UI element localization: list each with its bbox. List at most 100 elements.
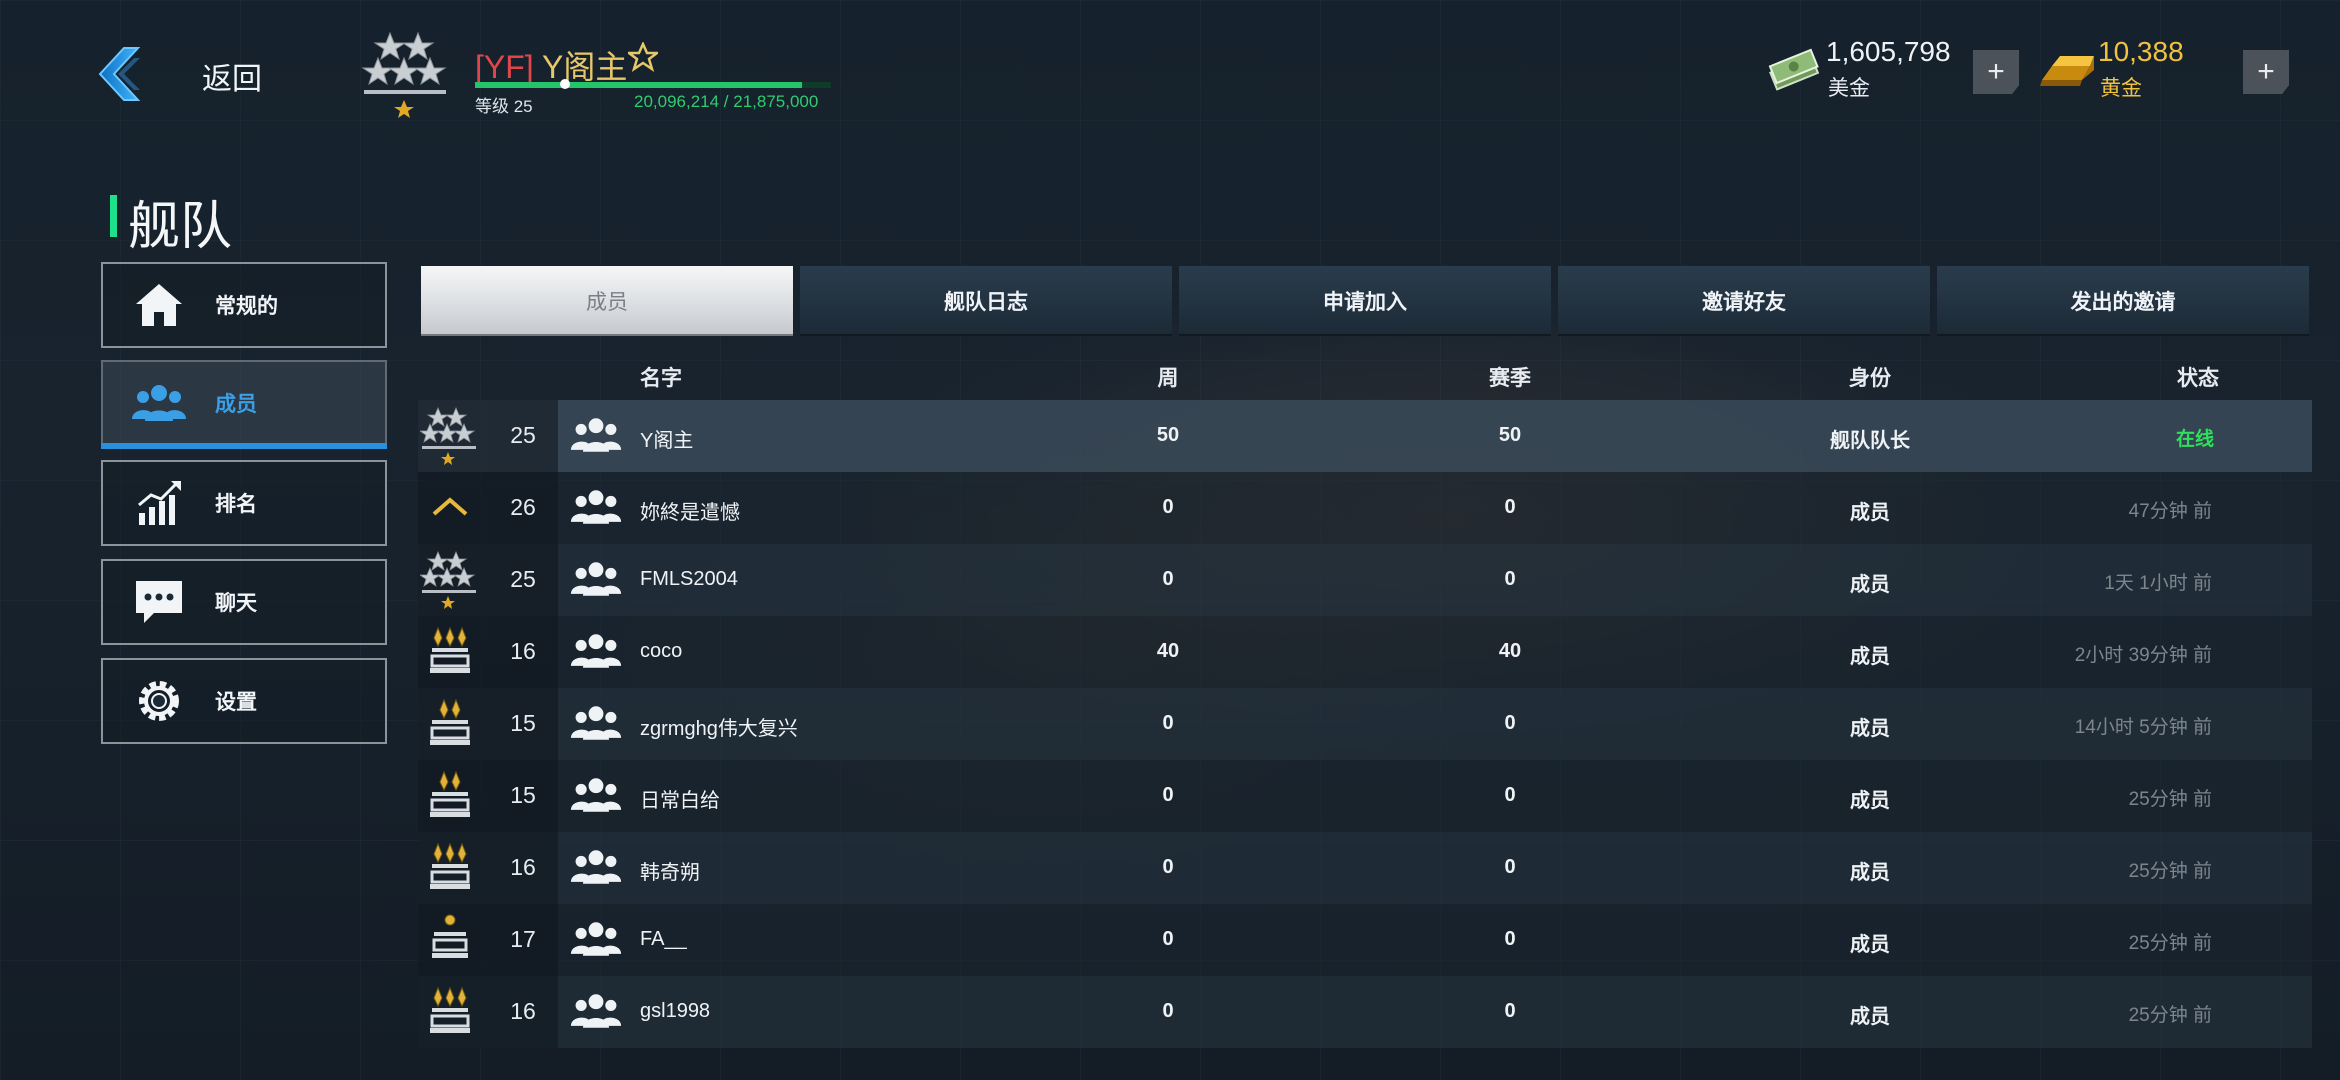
tab-fleet-log[interactable]: 舰队日志 bbox=[800, 266, 1172, 336]
member-name: coco bbox=[640, 640, 683, 662]
home-icon bbox=[129, 280, 189, 330]
rank-insignia-icon bbox=[420, 910, 484, 970]
member-group-icon bbox=[570, 992, 622, 1030]
member-level: 15 bbox=[510, 782, 536, 808]
member-level: 16 bbox=[510, 854, 536, 880]
gold-bar-icon bbox=[2038, 46, 2094, 90]
member-season-score: 0 bbox=[1504, 496, 1516, 518]
member-role: 舰队队长 bbox=[1830, 430, 1910, 452]
table-row[interactable]: 16 coco 40 40 成员 2小时 39分钟 前 bbox=[418, 616, 2312, 688]
back-label[interactable]: 返回 bbox=[202, 54, 262, 98]
sidebar-item-label: 聊天 bbox=[215, 592, 257, 615]
level-label: 等级 25 bbox=[475, 97, 533, 116]
member-level: 25 bbox=[510, 566, 536, 592]
gear-icon bbox=[129, 676, 189, 726]
tab-join-requests[interactable]: 申请加入 bbox=[1179, 266, 1551, 336]
member-group-icon bbox=[570, 704, 622, 742]
rank-insignia-icon bbox=[420, 622, 484, 682]
member-week-score: 0 bbox=[1162, 568, 1174, 590]
member-season-score: 0 bbox=[1504, 784, 1516, 806]
table-row[interactable]: 25 Y阁主 50 50 舰队队长 在线 bbox=[418, 400, 2312, 472]
member-group-icon bbox=[570, 776, 622, 814]
chat-icon bbox=[129, 577, 189, 627]
cash-label: 美金 bbox=[1828, 77, 1870, 100]
rank-insignia-icon bbox=[420, 982, 484, 1042]
tab-sent-invites[interactable]: 发出的邀请 bbox=[1937, 266, 2309, 336]
column-header-status[interactable]: 状态 bbox=[2138, 362, 2258, 392]
xp-text: 20,096,214 / 21,875,000 bbox=[634, 92, 819, 111]
rank-insignia-icon bbox=[420, 838, 484, 898]
member-group-icon bbox=[570, 488, 622, 526]
member-name: 日常白给 bbox=[640, 790, 720, 812]
xp-indicator bbox=[560, 79, 570, 89]
column-header-season[interactable]: 赛季 bbox=[1450, 362, 1570, 392]
member-season-score: 40 bbox=[1498, 640, 1522, 662]
xp-progress-fill bbox=[475, 82, 803, 88]
member-season-score: 0 bbox=[1504, 856, 1516, 878]
rank-insignia-icon bbox=[420, 694, 484, 754]
table-row[interactable]: 16 韩奇朔 0 0 成员 25分钟 前 bbox=[418, 832, 2312, 904]
member-status: 2小时 39分钟 前 bbox=[2074, 645, 2212, 666]
member-status: 在线 bbox=[2175, 429, 2214, 450]
member-season-score: 0 bbox=[1504, 1000, 1516, 1022]
tab-members[interactable]: 成员 bbox=[421, 266, 793, 336]
member-name: Y阁主 bbox=[640, 430, 694, 452]
add-cash-button[interactable]: + bbox=[1973, 50, 2019, 94]
member-season-score: 50 bbox=[1498, 424, 1522, 446]
sidebar-item-label: 常规的 bbox=[215, 295, 278, 318]
member-name: FMLS2004 bbox=[640, 568, 738, 590]
sidebar-item-ranking[interactable]: 排名 bbox=[101, 460, 387, 546]
member-role: 成员 bbox=[1850, 790, 1890, 812]
member-week-score: 0 bbox=[1162, 928, 1174, 950]
column-header-week[interactable]: 周 bbox=[1108, 362, 1228, 392]
sidebar-item-members[interactable]: 成员 bbox=[101, 360, 387, 446]
member-season-score: 0 bbox=[1504, 928, 1516, 950]
member-status: 25分钟 前 bbox=[2128, 1005, 2212, 1026]
sidebar-item-chat[interactable]: 聊天 bbox=[101, 559, 387, 645]
member-group-icon bbox=[570, 560, 622, 598]
back-button[interactable] bbox=[92, 44, 152, 104]
member-status: 25分钟 前 bbox=[2128, 861, 2212, 882]
member-level: 16 bbox=[510, 638, 536, 664]
member-season-score: 0 bbox=[1504, 712, 1516, 734]
member-status: 14小时 5分钟 前 bbox=[2074, 717, 2212, 738]
table-row[interactable]: 16 gsl1998 0 0 成员 25分钟 前 bbox=[418, 976, 2312, 1048]
member-group-icon bbox=[570, 920, 622, 958]
add-gold-button[interactable]: + bbox=[2243, 50, 2289, 94]
table-row[interactable]: 25 FMLS2004 0 0 成员 1天 1小时 前 bbox=[418, 544, 2312, 616]
table-row[interactable]: 26 妳終是遣憾 0 0 成员 47分钟 前 bbox=[418, 472, 2312, 544]
member-role: 成员 bbox=[1850, 574, 1890, 596]
member-status: 47分钟 前 bbox=[2128, 501, 2212, 522]
rank-cell: 25 bbox=[418, 544, 558, 616]
rank-cell: 26 bbox=[418, 472, 558, 544]
member-week-score: 0 bbox=[1162, 856, 1174, 878]
rank-insignia-icon bbox=[420, 766, 484, 826]
ranking-icon bbox=[129, 478, 189, 528]
sidebar-item-label: 排名 bbox=[215, 493, 257, 516]
member-name: gsl1998 bbox=[640, 1000, 711, 1022]
player-name-text: Y阁主 bbox=[541, 49, 628, 85]
sidebar-item-general[interactable]: 常规的 bbox=[101, 262, 387, 348]
table-row[interactable]: 15 zgrmghg伟大复兴 0 0 成员 14小时 5分钟 前 bbox=[418, 688, 2312, 760]
column-header-role[interactable]: 身份 bbox=[1770, 362, 1970, 392]
tab-invite-friends[interactable]: 邀请好友 bbox=[1558, 266, 1930, 336]
column-header-name[interactable]: 名字 bbox=[640, 362, 682, 392]
table-row[interactable]: 17 FA__ 0 0 成员 25分钟 前 bbox=[418, 904, 2312, 976]
back-arrow-icon bbox=[98, 47, 141, 101]
player-tag: [YF] bbox=[475, 49, 534, 85]
table-header: 名字 周 赛季 身份 状态 bbox=[418, 352, 2312, 396]
member-role: 成员 bbox=[1850, 934, 1890, 956]
table-row[interactable]: 15 日常白给 0 0 成员 25分钟 前 bbox=[418, 760, 2312, 832]
sidebar-item-settings[interactable]: 设置 bbox=[101, 658, 387, 744]
rank-cell: 15 bbox=[418, 760, 558, 832]
sidebar-active-indicator bbox=[101, 443, 387, 449]
rank-cell: 17 bbox=[418, 904, 558, 976]
member-week-score: 0 bbox=[1162, 784, 1174, 806]
member-group-icon bbox=[570, 632, 622, 670]
members-icon bbox=[129, 378, 189, 428]
member-role: 成员 bbox=[1850, 502, 1890, 524]
member-role: 成员 bbox=[1850, 1006, 1890, 1028]
member-role: 成员 bbox=[1850, 718, 1890, 740]
member-name: 韩奇朔 bbox=[640, 862, 700, 884]
member-role: 成员 bbox=[1850, 862, 1890, 884]
